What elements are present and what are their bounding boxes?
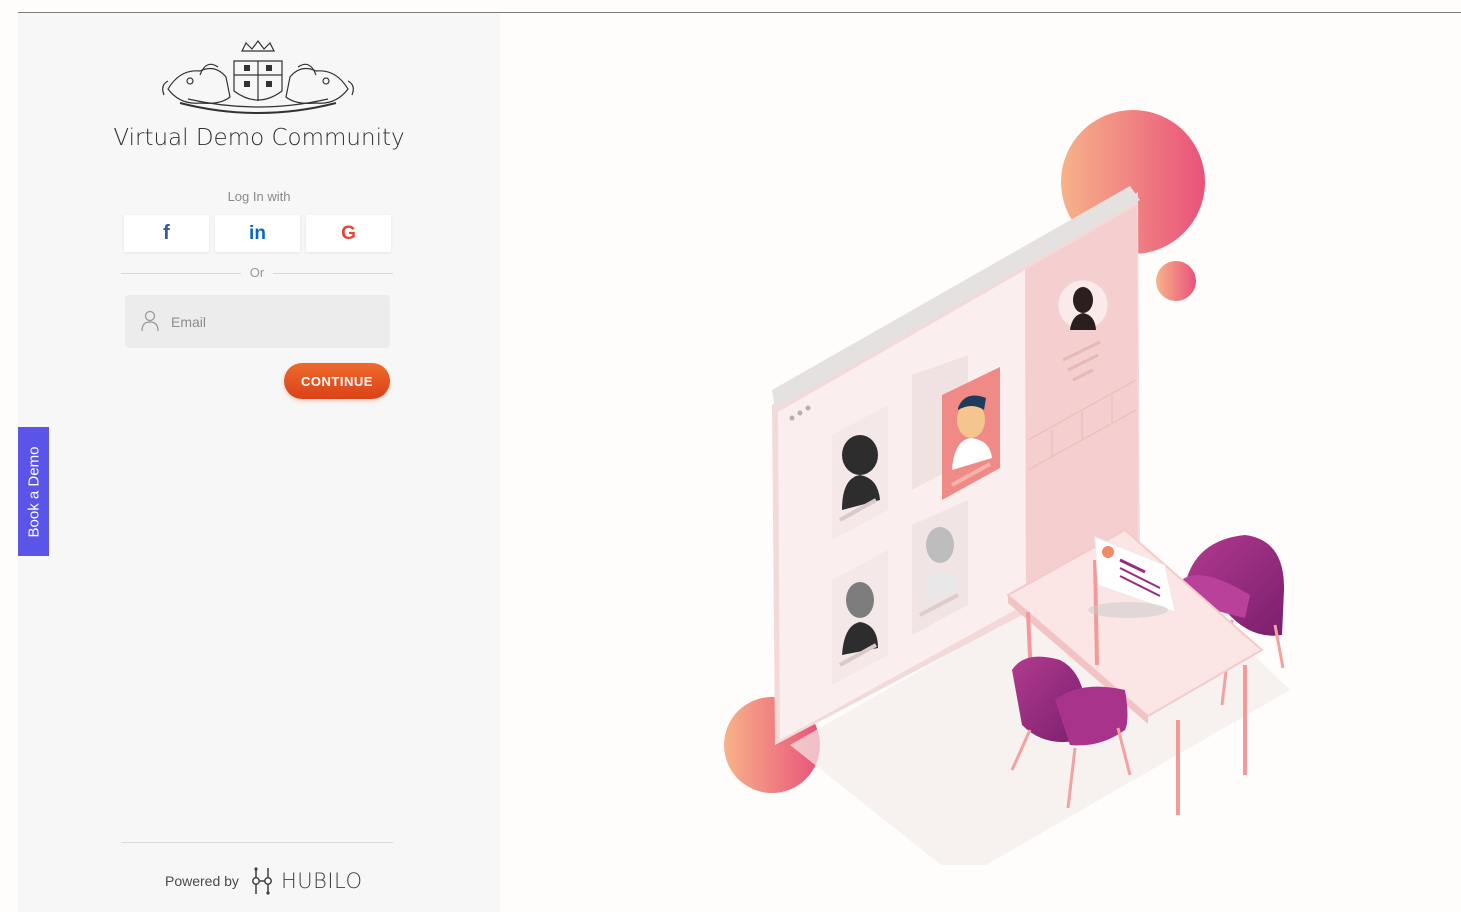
linkedin-icon: in (249, 222, 266, 244)
facebook-login-button[interactable]: f (124, 215, 209, 252)
book-a-demo-label: Book a Demo (25, 446, 42, 537)
login-panel: Virtual Demo Community Log In with f in … (18, 13, 500, 912)
community-title: Virtual Demo Community (113, 125, 405, 151)
google-icon: G (341, 222, 356, 244)
continue-button[interactable]: CONTINUE (284, 363, 390, 399)
google-login-button[interactable]: G (306, 215, 391, 252)
emblem-logo (162, 40, 354, 114)
or-divider: Or (121, 264, 393, 282)
decor-circle-small (1156, 261, 1196, 301)
social-login-row: f in G (124, 215, 391, 252)
powered-by-label: Powered by (165, 873, 239, 889)
divider-line-right (273, 273, 393, 274)
email-field-wrapper (125, 295, 390, 348)
user-icon (141, 310, 159, 332)
footer-divider (121, 842, 393, 843)
hubilo-brand-name: HUBILO (280, 869, 363, 893)
facebook-icon: f (163, 222, 170, 244)
book-a-demo-tab[interactable]: Book a Demo (18, 427, 49, 556)
virtual-meeting-illustration (724, 110, 1290, 865)
linkedin-login-button[interactable]: in (215, 215, 300, 252)
login-with-label: Log In with (227, 189, 291, 204)
powered-by: Powered by HUBILO (165, 866, 363, 896)
hubilo-logo-icon (251, 867, 272, 895)
email-field[interactable] (171, 295, 381, 348)
